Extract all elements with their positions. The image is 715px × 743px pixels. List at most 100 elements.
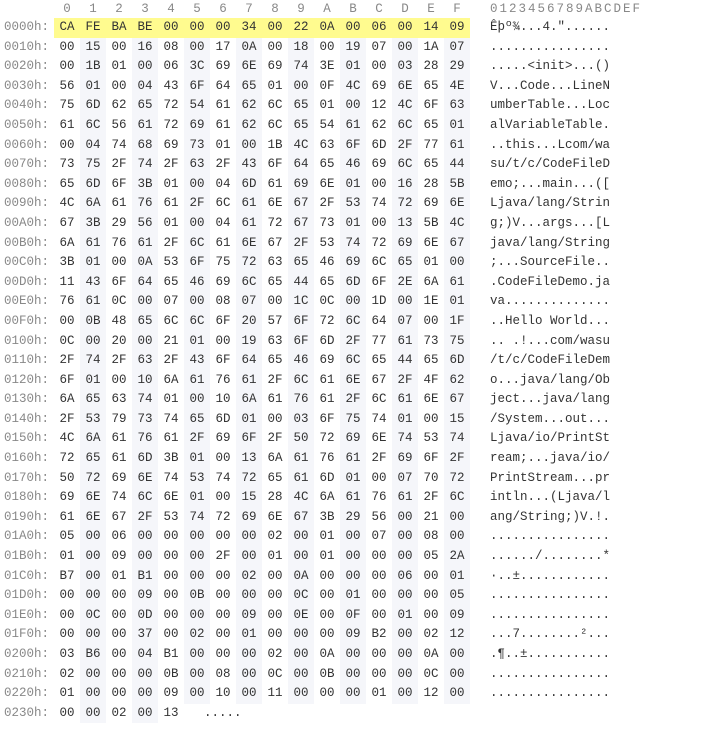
hex-byte[interactable]: 61 — [262, 390, 288, 410]
hex-byte[interactable]: 12 — [366, 96, 392, 116]
hex-byte[interactable]: 00 — [236, 665, 262, 685]
hex-byte[interactable]: 1B — [80, 57, 106, 77]
hex-byte[interactable]: 00 — [158, 527, 184, 547]
hex-byte[interactable]: 76 — [314, 449, 340, 469]
hex-byte[interactable]: 07 — [236, 292, 262, 312]
hex-byte[interactable]: 4C — [340, 77, 366, 97]
hex-byte[interactable]: 13 — [158, 704, 184, 724]
hex-byte[interactable]: 00 — [184, 390, 210, 410]
hex-byte[interactable]: 72 — [158, 116, 184, 136]
hex-byte[interactable]: 65 — [262, 273, 288, 293]
hex-byte[interactable]: 01 — [340, 57, 366, 77]
hex-byte[interactable]: 00 — [132, 57, 158, 77]
hex-byte[interactable]: 6F — [366, 273, 392, 293]
hex-byte[interactable]: 61 — [80, 234, 106, 254]
hex-byte[interactable]: 6E — [236, 234, 262, 254]
hex-byte[interactable]: 6D — [314, 332, 340, 352]
hex-byte[interactable]: 54 — [184, 96, 210, 116]
hex-byte[interactable]: 67 — [288, 194, 314, 214]
hex-byte[interactable]: 0A — [418, 645, 444, 665]
hex-byte[interactable]: 2F — [340, 332, 366, 352]
hex-byte[interactable]: 0A — [288, 567, 314, 587]
hex-byte[interactable]: 00 — [210, 332, 236, 352]
hex-byte[interactable]: 2F — [184, 429, 210, 449]
hex-byte[interactable]: 61 — [132, 234, 158, 254]
hex-byte[interactable]: 61 — [314, 371, 340, 391]
hex-byte[interactable]: 01 — [314, 96, 340, 116]
hex-byte[interactable]: 64 — [366, 312, 392, 332]
hex-byte[interactable]: 62 — [236, 116, 262, 136]
hex-byte[interactable]: 61 — [106, 429, 132, 449]
hex-byte[interactable]: 00 — [184, 606, 210, 626]
hex-byte[interactable]: 6C — [340, 312, 366, 332]
hex-byte[interactable]: 00 — [262, 410, 288, 430]
hex-byte[interactable]: 61 — [158, 429, 184, 449]
hex-byte[interactable]: 61 — [210, 96, 236, 116]
hex-byte[interactable]: 75 — [210, 253, 236, 273]
hex-byte[interactable]: 3B — [80, 214, 106, 234]
ascii-dump[interactable]: alVariableTable. — [486, 116, 610, 136]
ascii-dump[interactable]: ....../........* — [486, 547, 610, 567]
hex-byte[interactable]: 63 — [262, 332, 288, 352]
hex-byte[interactable]: 73 — [184, 136, 210, 156]
ascii-dump[interactable]: emo;...main...([ — [486, 175, 610, 195]
hex-byte[interactable]: 43 — [236, 155, 262, 175]
hex-byte[interactable]: 00 — [444, 684, 470, 704]
hex-byte[interactable]: 00 — [366, 645, 392, 665]
hex-byte[interactable]: 01 — [210, 136, 236, 156]
hex-byte[interactable]: 61 — [106, 449, 132, 469]
ascii-dump[interactable]: ................ — [486, 606, 610, 626]
hex-byte[interactable]: B6 — [80, 645, 106, 665]
hex-byte[interactable]: 6F — [184, 253, 210, 273]
hex-byte[interactable]: 09 — [106, 547, 132, 567]
hex-byte[interactable]: 1C — [288, 292, 314, 312]
hex-byte[interactable]: 2F — [418, 488, 444, 508]
ascii-dump[interactable]: ................ — [486, 684, 610, 704]
hex-byte[interactable]: 2F — [340, 390, 366, 410]
hex-byte[interactable]: 65 — [418, 116, 444, 136]
hex-byte[interactable]: 09 — [444, 18, 470, 38]
hex-byte[interactable]: 44 — [392, 351, 418, 371]
hex-byte[interactable]: 12 — [444, 625, 470, 645]
ascii-dump[interactable]: va.............. — [486, 292, 610, 312]
hex-byte[interactable]: 00 — [106, 606, 132, 626]
ascii-dump[interactable]: Ljava/lang/Strin — [486, 194, 610, 214]
hex-byte[interactable]: 00 — [54, 704, 80, 724]
hex-byte[interactable]: 00 — [132, 547, 158, 567]
hex-byte[interactable]: 2F — [54, 410, 80, 430]
hex-byte[interactable]: 00 — [366, 665, 392, 685]
hex-byte[interactable]: 00 — [262, 586, 288, 606]
hex-byte[interactable]: 65 — [392, 253, 418, 273]
hex-byte[interactable]: 2F — [444, 449, 470, 469]
hex-byte[interactable]: 69 — [392, 234, 418, 254]
hex-byte[interactable]: 06 — [158, 57, 184, 77]
hex-byte[interactable]: 61 — [340, 116, 366, 136]
ascii-dump[interactable]: .....<init>...() — [486, 57, 610, 77]
ascii-dump[interactable]: ...7........²... — [486, 625, 610, 645]
hex-byte[interactable]: 00 — [236, 527, 262, 547]
hex-byte[interactable]: 19 — [340, 38, 366, 58]
hex-byte[interactable]: 65 — [366, 351, 392, 371]
hex-byte[interactable]: 00 — [366, 606, 392, 626]
hex-byte[interactable]: 72 — [236, 253, 262, 273]
hex-byte[interactable]: 6A — [54, 390, 80, 410]
hex-byte[interactable]: 74 — [444, 429, 470, 449]
hex-byte[interactable]: 6E — [262, 508, 288, 528]
hex-byte[interactable]: 76 — [132, 194, 158, 214]
hex-byte[interactable]: 65 — [54, 175, 80, 195]
hex-byte[interactable]: 00 — [340, 18, 366, 38]
hex-byte[interactable]: 01 — [54, 547, 80, 567]
hex-byte[interactable]: 69 — [158, 136, 184, 156]
hex-byte[interactable]: 4C — [444, 214, 470, 234]
hex-byte[interactable]: 6E — [392, 77, 418, 97]
hex-byte[interactable]: 11 — [262, 684, 288, 704]
hex-byte[interactable]: 6F — [288, 312, 314, 332]
ascii-dump[interactable]: ·..±............ — [486, 567, 610, 587]
hex-byte[interactable]: 6A — [418, 273, 444, 293]
hex-byte[interactable]: 00 — [366, 547, 392, 567]
hex-byte[interactable]: 04 — [210, 175, 236, 195]
hex-byte[interactable]: 73 — [418, 332, 444, 352]
hex-byte[interactable]: 74 — [366, 194, 392, 214]
hex-byte[interactable]: 00 — [80, 547, 106, 567]
hex-byte[interactable]: 00 — [132, 292, 158, 312]
